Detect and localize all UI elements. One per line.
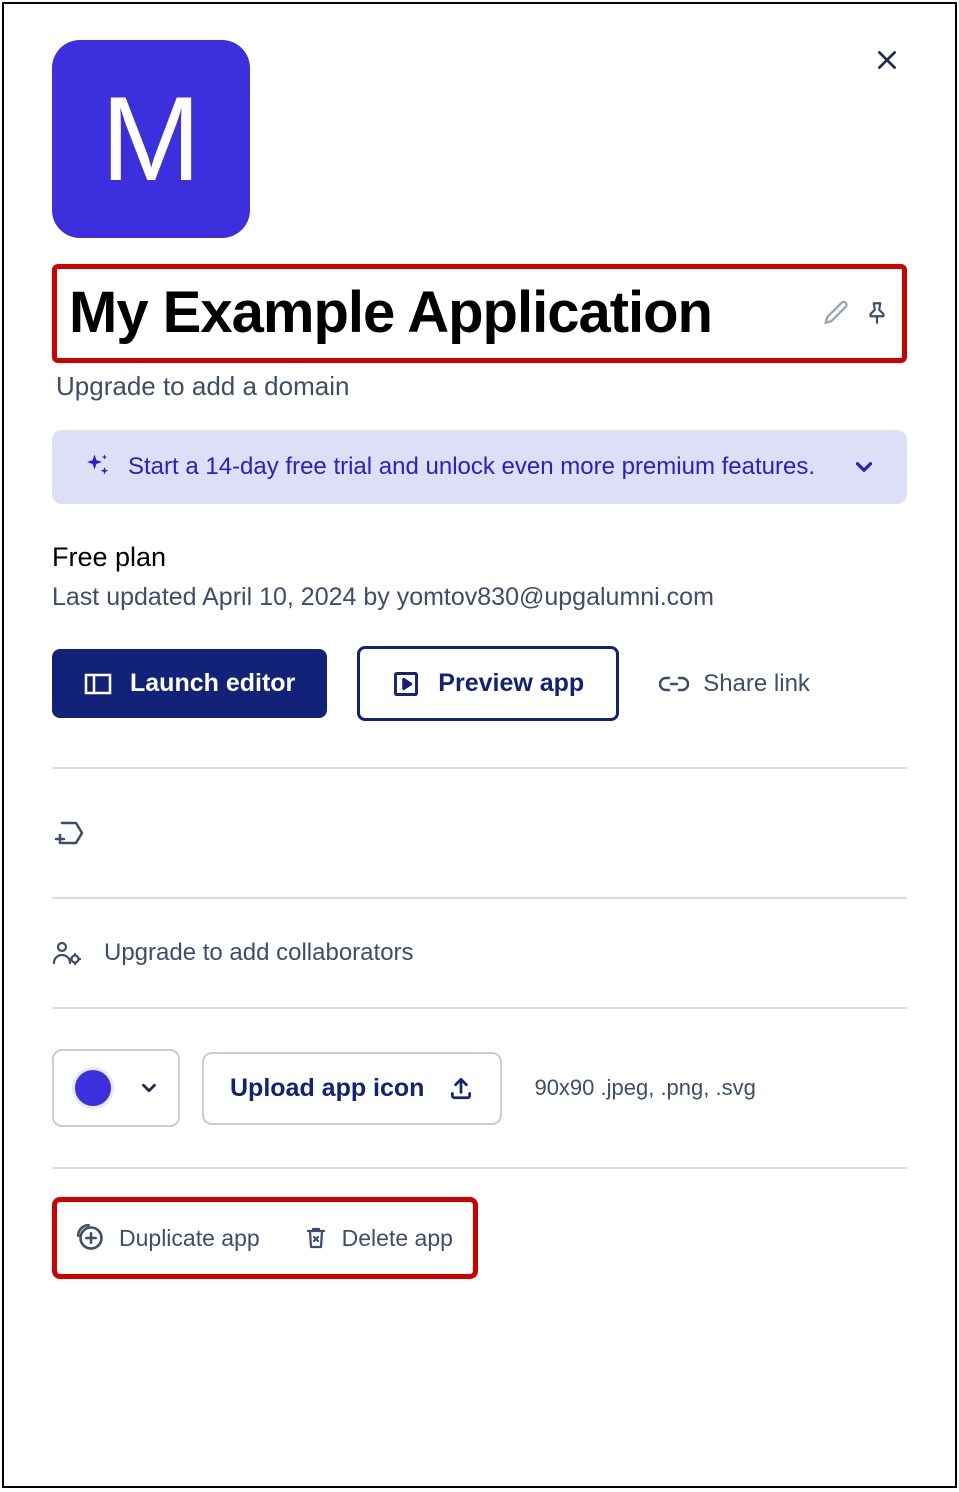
- collaborators-section: Upgrade to add collaborators: [52, 899, 907, 1007]
- chevron-down-icon: [851, 454, 877, 480]
- icon-size-hint: 90x90 .jpeg, .png, .svg: [534, 1075, 755, 1101]
- close-icon: [874, 47, 900, 73]
- link-icon: [659, 674, 689, 694]
- app-icon-tile: M: [52, 40, 250, 238]
- duplicate-icon: [77, 1224, 105, 1252]
- title-actions: [822, 299, 890, 327]
- delete-app-label: Delete app: [342, 1225, 453, 1252]
- branch-add-icon: [52, 817, 86, 849]
- chevron-down-icon: [138, 1077, 160, 1099]
- divider: [52, 1167, 907, 1169]
- delete-app-button[interactable]: Delete app: [304, 1224, 453, 1252]
- color-picker[interactable]: [52, 1049, 180, 1127]
- duplicate-app-label: Duplicate app: [119, 1225, 260, 1252]
- sparkle-icon: [82, 452, 112, 482]
- edit-title-button[interactable]: [822, 299, 850, 327]
- launch-editor-label: Launch editor: [130, 669, 295, 698]
- panel-icon: [84, 672, 112, 696]
- trial-banner[interactable]: Start a 14-day free trial and unlock eve…: [52, 430, 907, 504]
- upload-app-icon-label: Upload app icon: [230, 1074, 424, 1103]
- launch-editor-button[interactable]: Launch editor: [52, 649, 327, 718]
- last-updated-text: Last updated April 10, 2024 by yomtov830…: [52, 583, 907, 612]
- app-tile-letter: M: [101, 70, 201, 208]
- app-icon-section: Upload app icon 90x90 .jpeg, .png, .svg: [52, 1009, 907, 1167]
- pencil-icon: [822, 299, 850, 327]
- branches-section: [52, 769, 907, 897]
- play-square-icon: [392, 670, 420, 698]
- app-title: My Example Application: [69, 279, 712, 346]
- share-link-label: Share link: [703, 670, 810, 698]
- close-button[interactable]: [867, 40, 907, 80]
- primary-actions: Launch editor Preview app Share link: [52, 646, 907, 721]
- trial-banner-text: Start a 14-day free trial and unlock eve…: [128, 453, 815, 481]
- preview-app-button[interactable]: Preview app: [357, 646, 619, 721]
- pin-button[interactable]: [864, 300, 890, 326]
- domain-upgrade-hint[interactable]: Upgrade to add a domain: [56, 371, 907, 402]
- pin-icon: [864, 300, 890, 326]
- trash-icon: [304, 1225, 328, 1251]
- color-swatch: [72, 1067, 114, 1109]
- preview-app-label: Preview app: [438, 669, 584, 698]
- footer-actions: Duplicate app Delete app: [52, 1197, 478, 1279]
- collaborators-hint[interactable]: Upgrade to add collaborators: [104, 939, 414, 967]
- app-title-row: My Example Application: [52, 264, 907, 363]
- people-settings-icon: [52, 939, 82, 967]
- add-branch-button[interactable]: [52, 817, 907, 849]
- app-settings-panel: M My Example Application Upgrade to add …: [2, 2, 957, 1488]
- plan-label: Free plan: [52, 542, 907, 573]
- upload-app-icon-button[interactable]: Upload app icon: [202, 1052, 502, 1125]
- share-link-button[interactable]: Share link: [659, 670, 810, 698]
- upload-icon: [448, 1075, 474, 1101]
- duplicate-app-button[interactable]: Duplicate app: [77, 1224, 260, 1252]
